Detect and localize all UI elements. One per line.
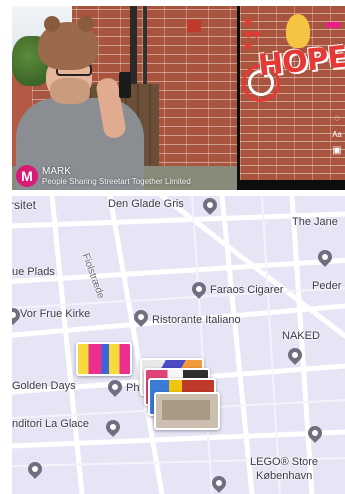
creator-name: MARK <box>42 165 71 177</box>
artwork-thumbnail-1[interactable] <box>76 342 132 376</box>
map-label-ph: Ph <box>126 382 140 394</box>
hearts-graphic: ♥ ♥♥ ♥ <box>244 14 261 54</box>
live-badge <box>326 22 340 28</box>
handheld-phone <box>119 72 131 98</box>
map-label-peder: Peder <box>312 280 342 292</box>
wall-sign <box>187 20 201 32</box>
map-label-vor-frue-kirke[interactable]: Vor Frue Kirke <box>20 308 90 320</box>
hat-ear-left <box>44 16 60 32</box>
ar-phone-screen: ♥ ♥♥ ♥ HOPE ◌ Aa ▣ <box>237 6 345 190</box>
map-label-rsitet: rsitet <box>12 198 37 212</box>
creator-text: MARK People Sharing Streetart Together L… <box>42 166 191 187</box>
beard <box>50 78 90 104</box>
map-label-the-jane[interactable]: The Jane <box>292 216 338 228</box>
text-tool-icon[interactable]: Aa <box>332 130 342 140</box>
street-grid <box>12 196 345 494</box>
map-label-ristorante-italiano[interactable]: Ristorante Italiano <box>152 314 241 326</box>
reaction-icon[interactable]: ◌ <box>332 114 342 124</box>
creator-avatar[interactable]: M <box>16 165 38 187</box>
creator-org: People Sharing Streetart Together Limite… <box>42 176 191 186</box>
map-view[interactable]: rsitet Den Glade Gris The Jane ue Plads … <box>12 196 345 494</box>
map-label-den-glade-gris[interactable]: Den Glade Gris <box>108 198 184 210</box>
ar-video-preview[interactable]: ♥ ♥♥ ♥ HOPE ◌ Aa ▣ M MARK People Sharing S… <box>12 6 345 190</box>
map-label-golden-days[interactable]: Golden Days <box>12 380 76 392</box>
artwork-thumbnail-5[interactable] <box>154 392 220 430</box>
ar-artwork-text: HOPE <box>256 39 345 84</box>
bear-hat <box>38 16 98 70</box>
creator-label[interactable]: M MARK People Sharing Streetart Together… <box>16 164 191 188</box>
gallery-icon[interactable]: ▣ <box>332 146 342 156</box>
map-label-kobenhavn: København <box>256 470 313 482</box>
map-label-naked[interactable]: NAKED <box>282 330 320 342</box>
map-label-conditori-la-glace[interactable]: nditori La Glace <box>12 418 89 430</box>
map-label-lego-store[interactable]: LEGO® Store <box>250 456 318 468</box>
map-label-ue-plads: ue Plads <box>12 266 55 278</box>
hat-ear-right <box>78 16 94 32</box>
phone-nav-bar <box>240 180 345 190</box>
map-label-faraos-cigarer[interactable]: Faraos Cigarer <box>210 284 283 296</box>
